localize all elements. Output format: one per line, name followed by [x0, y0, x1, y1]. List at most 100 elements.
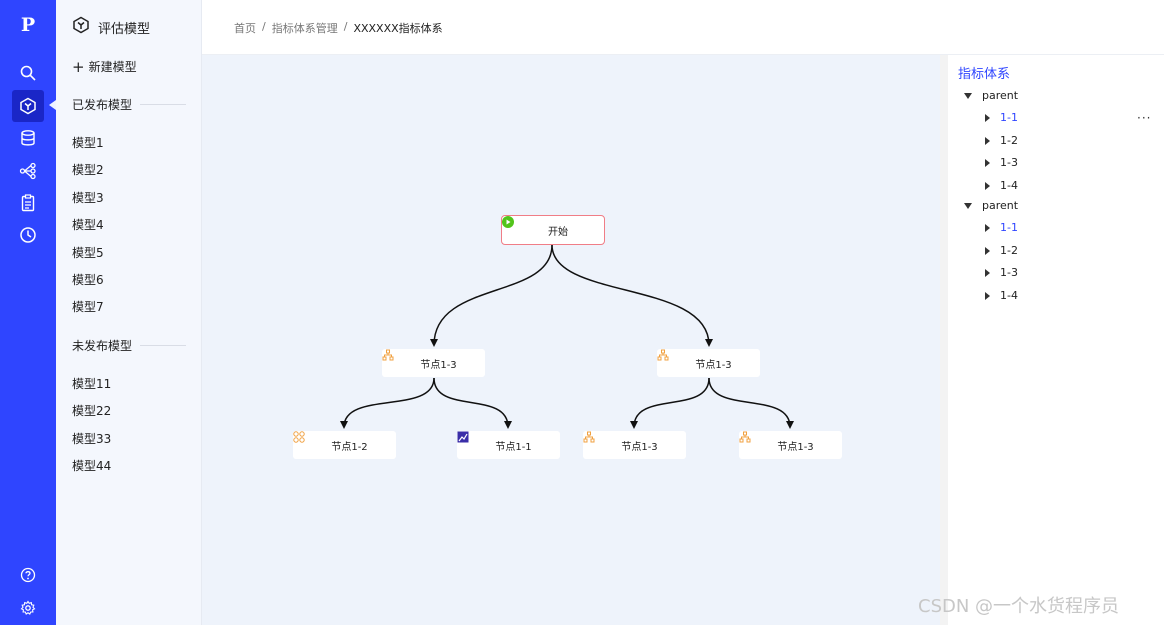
edge	[430, 244, 553, 347]
breadcrumb-home[interactable]: 首页	[234, 20, 256, 36]
tree-node-label: 1-2	[1000, 244, 1018, 257]
breadcrumb-index-management[interactable]: 指标体系管理	[272, 20, 338, 36]
edge	[630, 377, 710, 429]
plus-icon: +	[72, 57, 85, 76]
published-section-title: 已发布模型	[72, 98, 133, 112]
canvas-scrollbar[interactable]	[940, 55, 948, 625]
model-item[interactable]: 模型11	[72, 375, 111, 392]
flow-node-label: 节点1-2	[331, 441, 368, 453]
watermark: CSDN @一个水货程序员	[918, 596, 1120, 617]
caret-down-icon	[964, 202, 972, 209]
tree-child-node[interactable]: 1-1	[985, 221, 1018, 234]
flow-node[interactable]: 节点1-3	[583, 431, 686, 459]
published-section-header: 已发布模型	[72, 96, 186, 113]
tree-node-label: parent	[982, 199, 1019, 212]
index-tree-panel: 指标体系 parent 1-1 ··· 1-2 1-3 1-4 parent 1…	[948, 55, 1164, 625]
hierarchy-icon	[583, 431, 603, 451]
unpublished-section-title: 未发布模型	[72, 339, 133, 353]
flow-node-label: 节点1-3	[621, 441, 658, 453]
caret-right-icon	[985, 268, 990, 277]
flow-icon[interactable]	[12, 155, 44, 187]
divider	[140, 345, 186, 346]
flow-node-label: 节点1-3	[695, 359, 732, 371]
model-item[interactable]: 模型22	[72, 402, 111, 419]
tree-parent-node[interactable]: parent	[964, 89, 1018, 102]
database-icon[interactable]	[12, 122, 44, 154]
flow-edges	[340, 244, 794, 429]
model-item[interactable]: 模型2	[72, 161, 104, 178]
flow-node-label: 节点1-3	[777, 441, 814, 453]
flow-node[interactable]: 节点1-1	[457, 431, 560, 459]
edge	[551, 244, 713, 347]
flow-node[interactable]: 节点1-3	[739, 431, 842, 459]
tree-child-node[interactable]: 1-2	[985, 134, 1018, 147]
sidebar-title: 评估模型	[72, 16, 150, 38]
tree-node-label: 1-3	[1000, 156, 1018, 169]
model-item[interactable]: 模型7	[72, 298, 104, 315]
flow-canvas[interactable]: 开始 节点1-3 节点1-3 节点1-2 节点1-1 节点1-3 节点1-3	[202, 55, 940, 625]
edge	[708, 377, 794, 429]
divider	[140, 104, 186, 105]
chart-icon	[457, 431, 477, 451]
tree-child-node[interactable]: 1-1	[985, 111, 1018, 124]
app-logo: P	[20, 14, 36, 36]
clock-icon[interactable]	[12, 219, 44, 251]
document-icon[interactable]	[12, 187, 44, 219]
search-icon[interactable]	[12, 57, 44, 89]
caret-right-icon	[985, 181, 990, 190]
model-item[interactable]: 模型6	[72, 271, 104, 288]
caret-right-icon	[985, 113, 990, 122]
model-item[interactable]: 模型5	[72, 244, 104, 261]
grid-icon	[293, 431, 313, 451]
tree-node-label: 1-4	[1000, 289, 1018, 302]
tree-node-label: 1-1	[1000, 221, 1018, 234]
tree-node-label: 1-4	[1000, 179, 1018, 192]
more-icon[interactable]: ···	[1137, 111, 1151, 125]
model-item[interactable]: 模型3	[72, 189, 104, 206]
breadcrumb-separator: /	[343, 20, 348, 33]
top-header: 首页 / 指标体系管理 / XXXXXX指标体系	[202, 0, 1164, 55]
model-cube-icon[interactable]	[12, 90, 44, 122]
tree-node-label: 1-3	[1000, 266, 1018, 279]
tree-parent-node[interactable]: parent	[964, 199, 1018, 212]
help-icon[interactable]	[12, 559, 44, 591]
flow-node[interactable]: 节点1-3	[657, 349, 760, 377]
sidebar-title-label: 评估模型	[98, 21, 151, 37]
tree-child-node[interactable]: 1-4	[985, 289, 1018, 302]
play-icon	[502, 216, 522, 236]
tree-child-node[interactable]: 1-3	[985, 156, 1018, 169]
hierarchy-icon	[382, 349, 402, 369]
edge	[433, 377, 512, 429]
new-model-button[interactable]: + 新建模型	[72, 58, 137, 75]
hierarchy-icon	[657, 349, 677, 369]
tree-node-label: 1-2	[1000, 134, 1018, 147]
model-item[interactable]: 模型33	[72, 430, 111, 447]
tree-child-node[interactable]: 1-4	[985, 179, 1018, 192]
model-item[interactable]: 模型44	[72, 457, 111, 474]
hierarchy-icon	[739, 431, 759, 451]
tree-node-label: parent	[982, 89, 1019, 102]
caret-right-icon	[985, 136, 990, 145]
caret-right-icon	[985, 158, 990, 167]
breadcrumb: 首页 / 指标体系管理 / XXXXXX指标体系	[234, 20, 443, 36]
caret-right-icon	[985, 246, 990, 255]
tree-child-node[interactable]: 1-3	[985, 266, 1018, 279]
breadcrumb-current: XXXXXX指标体系	[353, 22, 443, 35]
tree-node-label: 1-1	[1000, 111, 1018, 124]
unpublished-section-header: 未发布模型	[72, 337, 186, 354]
flow-node-label: 节点1-3	[420, 359, 457, 371]
model-item[interactable]: 模型4	[72, 216, 104, 233]
breadcrumb-separator: /	[262, 20, 266, 33]
flow-node[interactable]: 节点1-3	[382, 349, 485, 377]
start-node[interactable]: 开始	[501, 215, 605, 245]
flow-node[interactable]: 节点1-2	[293, 431, 396, 459]
model-item[interactable]: 模型1	[72, 134, 104, 151]
active-caret	[49, 100, 56, 110]
flow-node-label: 节点1-1	[495, 441, 532, 453]
start-node-label: 开始	[548, 226, 568, 238]
settings-icon[interactable]	[12, 592, 44, 624]
tree-child-node[interactable]: 1-2	[985, 244, 1018, 257]
caret-right-icon	[985, 291, 990, 300]
new-model-label: 新建模型	[88, 60, 137, 74]
caret-right-icon	[985, 223, 990, 232]
